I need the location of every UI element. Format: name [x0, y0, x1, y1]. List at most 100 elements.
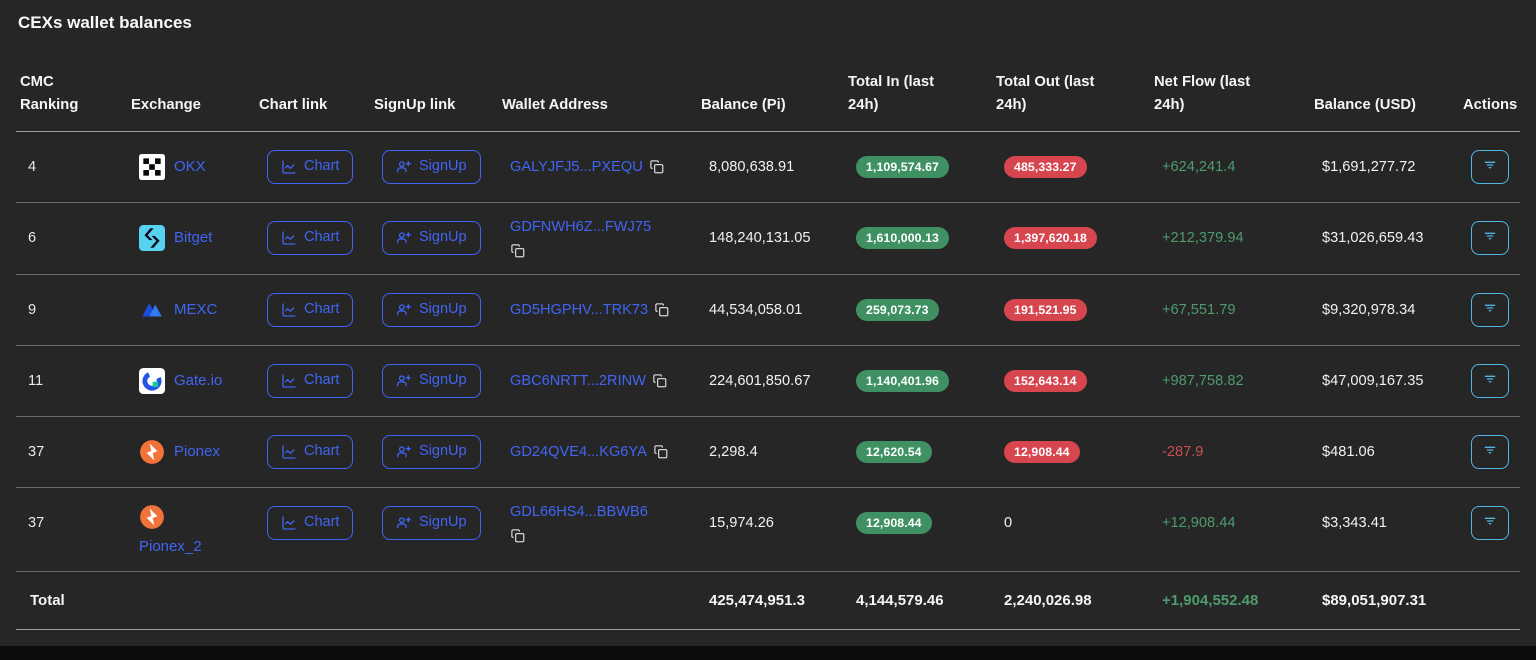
exchange-name: Pionex: [174, 443, 220, 460]
total-in-badge: 259,073.73: [856, 299, 939, 321]
copy-address-button[interactable]: [653, 444, 668, 459]
user-plus-icon: [396, 230, 412, 246]
wallet-address-link[interactable]: GD5HGPHV...TRK73: [510, 302, 648, 318]
signup-button-label: SignUp: [419, 443, 467, 460]
exchange-link[interactable]: Pionex: [139, 439, 220, 465]
signup-button-label: SignUp: [419, 158, 467, 175]
col-header-wallet-address: Wallet Address: [498, 45, 697, 131]
total-label: Total: [28, 592, 65, 609]
table-row: 4 OKX Chart: [16, 131, 1520, 202]
user-plus-icon: [396, 159, 412, 175]
chart-button-label: Chart: [304, 301, 339, 318]
balance-usd-value: $3,343.41: [1322, 515, 1387, 531]
filter-icon: [1482, 300, 1498, 319]
exchange-link[interactable]: OKX: [139, 154, 206, 180]
line-chart-icon: [281, 159, 297, 175]
chart-button[interactable]: Chart: [267, 364, 353, 397]
net-flow-value: -287.9: [1162, 444, 1203, 460]
copy-address-button[interactable]: [652, 373, 667, 388]
balance-usd-value: $481.06: [1322, 444, 1375, 460]
cmc-ranking-value: 37: [28, 444, 44, 460]
actions-button[interactable]: [1471, 293, 1509, 327]
col-header-actions: Actions: [1459, 45, 1520, 131]
copy-address-button[interactable]: [510, 243, 691, 258]
cex-balances-table: CMC Ranking Exchange Chart link SignUp l…: [16, 45, 1520, 630]
wallet-address-link[interactable]: GALYJFJ5...PXEQU: [510, 159, 643, 175]
header-row: CMC Ranking Exchange Chart link SignUp l…: [16, 45, 1520, 131]
table-body: 4 OKX Chart: [16, 131, 1520, 571]
signup-button-label: SignUp: [419, 229, 467, 246]
copy-address-button[interactable]: [649, 159, 664, 174]
col-header-balance-usd: Balance (USD): [1310, 45, 1459, 131]
line-chart-icon: [281, 373, 297, 389]
chart-button[interactable]: Chart: [267, 506, 353, 539]
signup-button[interactable]: SignUp: [382, 506, 481, 539]
chart-button[interactable]: Chart: [267, 293, 353, 326]
table-footer: Total 425,474,951.3 4,144,579.46 2,240,0…: [16, 571, 1520, 629]
total-out-badge: 485,333.27: [1004, 156, 1087, 178]
net-flow-value: +12,908.44: [1162, 515, 1235, 531]
col-header-chart-link: Chart link: [255, 45, 370, 131]
signup-button[interactable]: SignUp: [382, 150, 481, 183]
line-chart-icon: [281, 302, 297, 318]
total-out-badge: 1,397,620.18: [1004, 227, 1097, 249]
wallet-address-cell: GALYJFJ5...PXEQU: [510, 148, 691, 186]
exchange-link[interactable]: Pionex_2: [139, 504, 202, 555]
net-flow-value: +212,379.94: [1162, 230, 1244, 246]
chart-button[interactable]: Chart: [267, 150, 353, 183]
pionex-logo-icon: [139, 439, 165, 465]
signup-button[interactable]: SignUp: [382, 293, 481, 326]
balance-pi-value: 8,080,638.91: [709, 159, 794, 175]
exchange-link[interactable]: MEXC: [139, 297, 217, 323]
signup-button[interactable]: SignUp: [382, 435, 481, 468]
copy-address-button[interactable]: [654, 302, 669, 317]
pionex-logo-icon: [139, 504, 165, 530]
chart-button[interactable]: Chart: [267, 221, 353, 254]
wallet-address-link[interactable]: GDL66HS4...BBWB6: [510, 504, 648, 520]
actions-button[interactable]: [1471, 221, 1509, 255]
cmc-ranking-value: 6: [28, 230, 36, 246]
chart-button-label: Chart: [304, 229, 339, 246]
col-header-net-flow: Net Flow (last 24h): [1150, 45, 1310, 131]
total-in-badge: 1,109,574.67: [856, 156, 949, 178]
table-row: 37 Pionex_2 Chart: [16, 487, 1520, 571]
signup-button-label: SignUp: [419, 514, 467, 531]
wallet-address-link[interactable]: GBC6NRTT...2RINW: [510, 373, 646, 389]
signup-button[interactable]: SignUp: [382, 221, 481, 254]
copy-address-button[interactable]: [510, 528, 691, 543]
total-out-sum: 2,240,026.98: [1004, 592, 1092, 609]
filter-icon: [1482, 228, 1498, 247]
filter-icon: [1482, 157, 1498, 176]
exchange-link[interactable]: Bitget: [139, 225, 212, 251]
exchange-link[interactable]: Gate.io: [139, 368, 222, 394]
balance-usd-value: $9,320,978.34: [1322, 302, 1415, 318]
signup-button-label: SignUp: [419, 372, 467, 389]
col-header-balance-pi: Balance (Pi): [697, 45, 844, 131]
col-header-total-out: Total Out (last 24h): [992, 45, 1150, 131]
line-chart-icon: [281, 444, 297, 460]
total-in-badge: 1,610,000.13: [856, 227, 949, 249]
line-chart-icon: [281, 515, 297, 531]
net-flow-value: +67,551.79: [1162, 302, 1235, 318]
actions-button[interactable]: [1471, 150, 1509, 184]
actions-button[interactable]: [1471, 435, 1509, 469]
actions-button[interactable]: [1471, 364, 1509, 398]
total-balance-usd: $89,051,907.31: [1322, 592, 1426, 609]
wallet-address-link[interactable]: GD24QVE4...KG6YA: [510, 444, 647, 460]
line-chart-icon: [281, 230, 297, 246]
total-in-badge: 12,620.54: [856, 441, 932, 463]
filter-icon: [1482, 371, 1498, 390]
bitget-logo-icon: [139, 225, 165, 251]
total-out-badge: 152,643.14: [1004, 370, 1087, 392]
signup-button-label: SignUp: [419, 301, 467, 318]
signup-button[interactable]: SignUp: [382, 364, 481, 397]
wallet-address-link[interactable]: GDFNWH6Z...FWJ75: [510, 219, 651, 235]
chart-button[interactable]: Chart: [267, 435, 353, 468]
balance-pi-value: 148,240,131.05: [709, 230, 810, 246]
wallet-address-cell: GDFNWH6Z...FWJ75: [510, 219, 691, 258]
filter-icon: [1482, 442, 1498, 461]
user-plus-icon: [396, 515, 412, 531]
actions-button[interactable]: [1471, 506, 1509, 540]
table-row: 9 MEXC Chart: [16, 274, 1520, 345]
balance-usd-value: $47,009,167.35: [1322, 373, 1423, 389]
